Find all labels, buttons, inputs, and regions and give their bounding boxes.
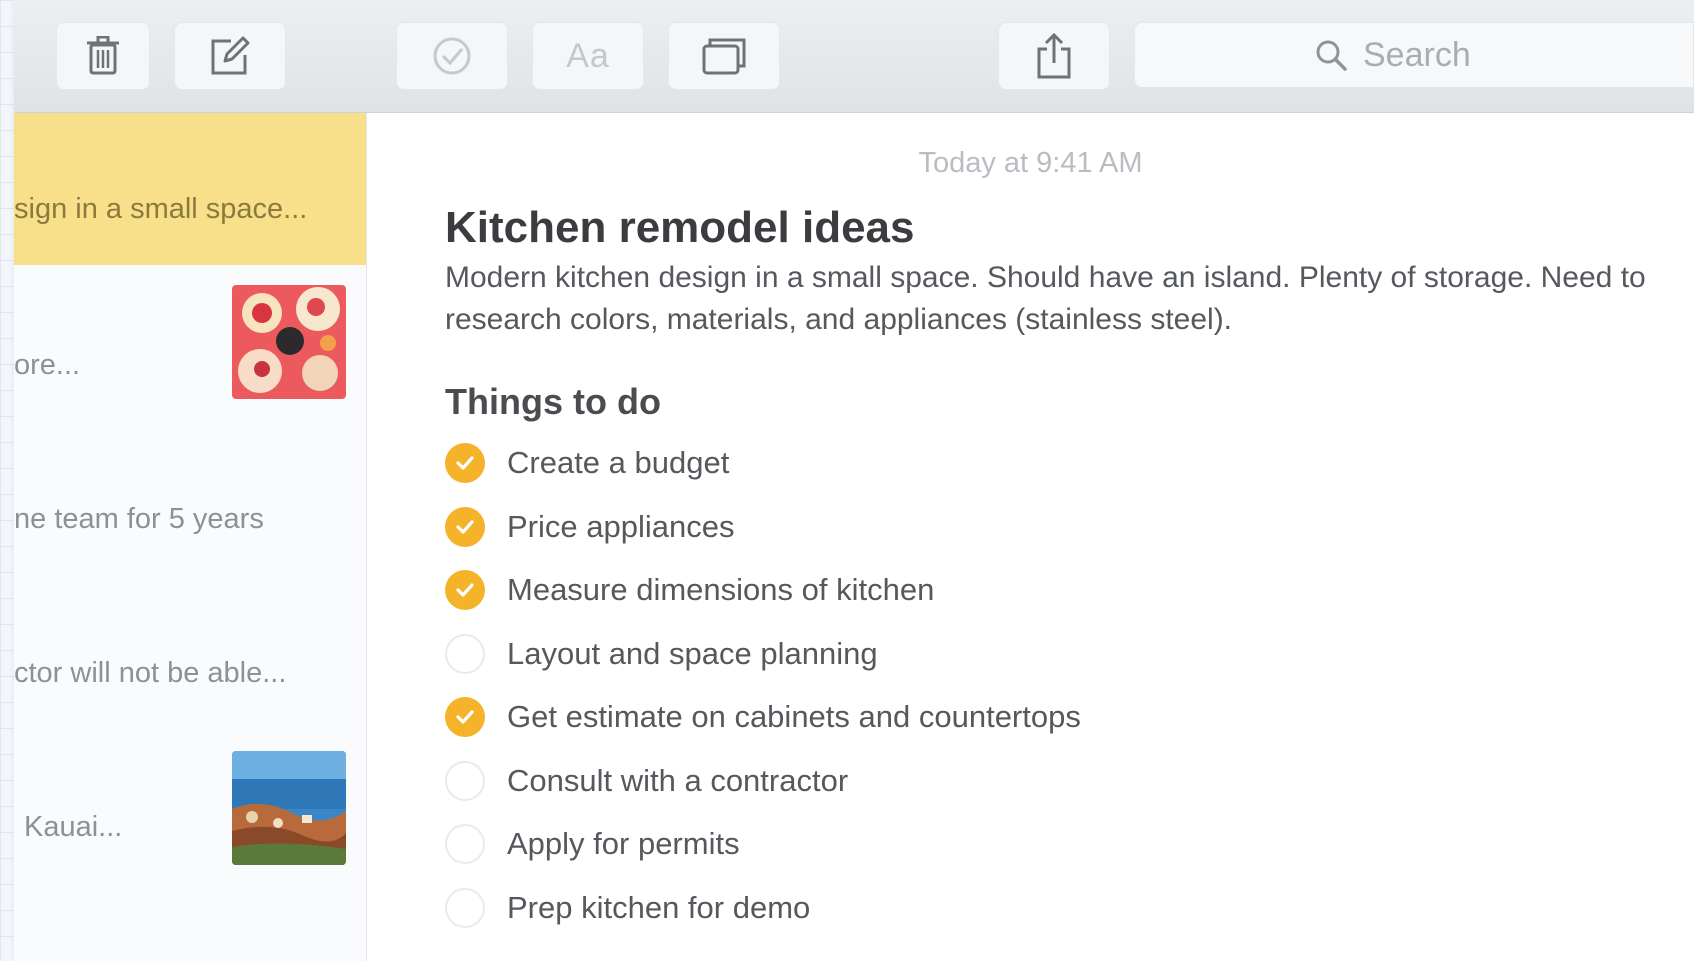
checklist-item-label[interactable]: Measure dimensions of kitchen [507,572,934,608]
note-timestamp: Today at 9:41 AM [918,147,1143,179]
note-snippet: ore... [14,349,81,381]
unchecked-circle-icon[interactable] [445,824,485,864]
note-snippet: sign in a small space... [14,193,308,225]
checklist-item: Measure dimensions of kitchen [445,565,934,615]
note-list-item[interactable] [14,433,366,573]
share-icon [1037,33,1071,79]
checked-circle-icon[interactable] [445,506,485,547]
share-button[interactable] [998,22,1110,90]
search-input[interactable] [1361,34,1665,76]
checklist-button[interactable] [396,22,508,90]
note-title[interactable]: Kitchen remodel ideas [445,203,914,253]
checklist-icon [433,37,471,75]
checklist-item-label[interactable]: Layout and space planning [507,636,878,672]
checklist-item-label[interactable]: Consult with a contractor [507,763,848,799]
trash-icon [87,36,119,75]
unchecked-circle-icon[interactable] [445,633,485,674]
search-field[interactable] [1134,22,1694,88]
coast-image [232,751,346,865]
checklist-heading[interactable]: Things to do [445,381,661,423]
checklist-item-label[interactable]: Price appliances [507,509,734,545]
notes-list: sign in a small space... ore... ne team … [14,113,367,961]
checklist-item-label[interactable]: Prep kitchen for demo [507,890,810,926]
note-list-item[interactable] [14,583,366,733]
toolbar: Aa [14,0,1694,113]
checklist-item-label[interactable]: Create a budget [507,445,729,481]
notes-window: Aa sign in a small space... [14,0,1694,961]
attachment-icon [702,38,746,75]
cupcakes-image [232,285,346,399]
checked-circle-icon[interactable] [445,570,485,610]
delete-note-button[interactable] [56,22,150,90]
checklist-item: Get estimate on cabinets and countertops [445,692,1081,742]
checklist-item: Consult with a contractor [445,756,848,806]
checklist-item-label[interactable]: Apply for permits [507,826,740,862]
checked-circle-icon[interactable] [445,443,485,483]
note-list-item[interactable]: sign in a small space... [14,113,366,265]
unchecked-circle-icon[interactable] [445,887,485,928]
note-body[interactable]: Modern kitchen design in a small space. … [445,257,1685,341]
unchecked-circle-icon[interactable] [445,760,485,801]
checklist-item-label[interactable]: Get estimate on cabinets and countertops [507,699,1081,735]
checklist-item: Layout and space planning [445,629,878,679]
checklist-item: Prep kitchen for demo [445,883,810,933]
search-icon [1316,40,1347,71]
note-editor[interactable]: Today at 9:41 AM Kitchen remodel ideas M… [367,113,1694,961]
compose-icon [211,36,250,75]
attachment-button[interactable] [668,22,780,90]
checked-circle-icon[interactable] [445,697,485,737]
new-note-button[interactable] [174,22,286,90]
format-icon: Aa [566,36,610,75]
checklist-item: Price appliances [445,502,734,552]
checklist-item: Apply for permits [445,819,740,869]
format-button[interactable]: Aa [532,22,644,90]
checklist-item: Create a budget [445,438,729,488]
